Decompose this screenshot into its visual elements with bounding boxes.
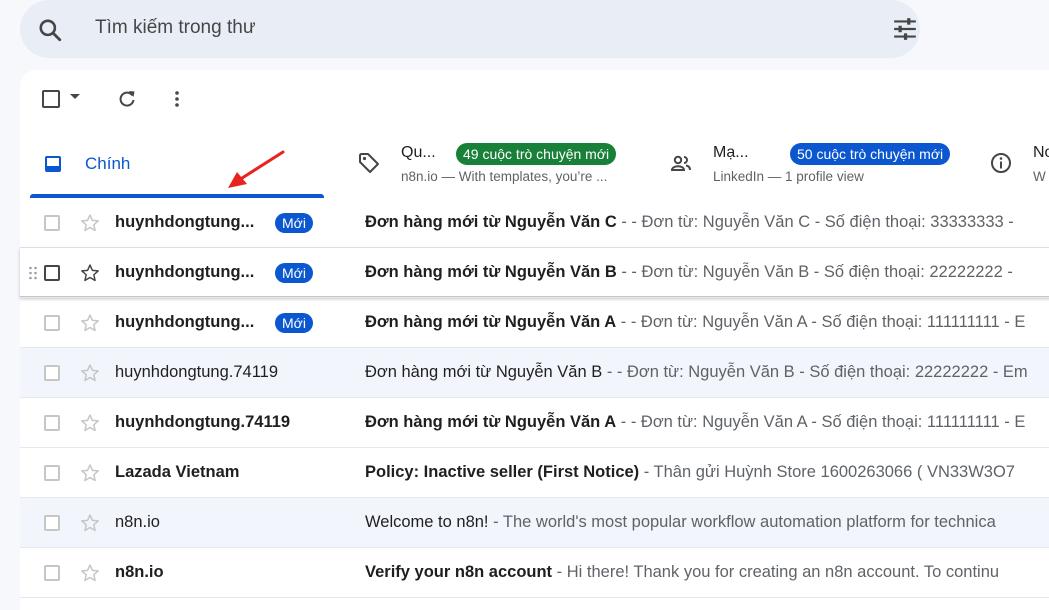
email-snippet: - - Đơn từ: Nguyễn Văn B - Số điện thoại… (616, 263, 1013, 281)
email-snippet: - - Đơn từ: Nguyễn Văn B - Số điện thoại… (602, 363, 1028, 381)
star-icon[interactable] (80, 463, 100, 483)
email-snippet: - Hi there! Thank you for creating an n8… (552, 563, 1000, 581)
tag-icon (359, 153, 379, 173)
row-checkbox[interactable] (44, 365, 60, 381)
tab-promotions-badge: 49 cuộc trò chuyện mới (456, 143, 617, 165)
star-icon[interactable] (80, 263, 100, 283)
email-snippet: - The world's most popular workflow auto… (488, 513, 996, 531)
row-checkbox[interactable] (44, 515, 60, 531)
email-sender: huynhdongtung... (115, 263, 255, 281)
email-sender: n8n.io (115, 563, 164, 581)
tab-updates[interactable]: No W (990, 130, 1049, 200)
search-icon[interactable] (37, 17, 63, 43)
star-icon[interactable] (80, 213, 100, 233)
select-all-checkbox[interactable] (42, 90, 60, 108)
new-badge: Mới (275, 213, 313, 233)
row-checkbox[interactable] (44, 215, 60, 231)
star-icon[interactable] (80, 513, 100, 533)
email-row[interactable]: huynhdongtung.74119 Đơn hàng mới từ Nguy… (20, 348, 1049, 398)
tab-social[interactable]: Mạ... 50 cuộc trò chuyện mới LinkedIn — … (670, 130, 960, 200)
email-content: Đơn hàng mới từ Nguyễn Văn A - - Đơn từ:… (365, 313, 1025, 332)
email-content: Verify your n8n account - Hi there! Than… (365, 563, 999, 582)
email-sender: huynhdongtung.74119 (115, 413, 291, 431)
search-options-icon[interactable] (892, 17, 918, 41)
email-subject: Đơn hàng mới từ Nguyễn Văn A (365, 313, 617, 331)
search-bar[interactable]: Tìm kiếm trong thư (20, 0, 920, 58)
email-subject: Welcome to n8n! (365, 513, 489, 531)
new-badge: Mới (275, 263, 313, 283)
email-snippet: - - Đơn từ: Nguyễn Văn A - Số điện thoại… (616, 313, 1026, 331)
email-sender: huynhdongtung.74119 (115, 363, 279, 381)
annotation-arrow-icon (228, 150, 285, 188)
email-content: Đơn hàng mới từ Nguyễn Văn A - - Đơn từ:… (365, 413, 1025, 432)
info-icon (991, 153, 1011, 173)
email-snippet: - - Đơn từ: Nguyễn Văn A - Số điện thoại… (616, 413, 1026, 431)
email-content: Policy: Inactive seller (First Notice) -… (365, 463, 1015, 482)
email-row[interactable]: huynhdongtung... Mới Đơn hàng mới từ Ngu… (20, 298, 1049, 348)
tab-primary-label: Chính (85, 154, 131, 173)
email-content: Welcome to n8n! - The world's most popul… (365, 513, 996, 532)
email-sender: n8n.io (115, 513, 160, 531)
tab-social-badge: 50 cuộc trò chuyện mới (790, 143, 951, 165)
refresh-icon[interactable] (117, 89, 137, 109)
email-subject: Policy: Inactive seller (First Notice) (365, 463, 640, 481)
people-icon (670, 155, 691, 171)
row-checkbox[interactable] (44, 565, 60, 581)
email-snippet: - Thân gửi Huỳnh Store 1600263066 ( VN33… (639, 463, 1015, 481)
email-subject: Đơn hàng mới từ Nguyễn Văn B (365, 263, 617, 281)
row-checkbox[interactable] (44, 315, 60, 331)
email-row[interactable]: huynhdongtung... Mới Đơn hàng mới từ Ngu… (20, 248, 1049, 298)
tab-updates-title: No (1033, 144, 1049, 161)
drag-handle-icon[interactable] (28, 266, 38, 280)
email-subject: Đơn hàng mới từ Nguyễn Văn C (365, 213, 617, 231)
row-checkbox[interactable] (44, 465, 60, 481)
email-subject: Đơn hàng mới từ Nguyễn Văn B (365, 363, 603, 381)
email-row[interactable]: Lazada Vietnam Policy: Inactive seller (… (20, 448, 1049, 498)
email-row[interactable]: huynhdongtung.74119 Đơn hàng mới từ Nguy… (20, 398, 1049, 448)
email-subject: Verify your n8n account (365, 563, 553, 581)
star-icon[interactable] (80, 313, 100, 333)
email-snippet: - - Đơn từ: Nguyễn Văn C - Số điện thoại… (616, 213, 1014, 231)
email-content: Đơn hàng mới từ Nguyễn Văn B - - Đơn từ:… (365, 363, 1028, 382)
email-row[interactable]: n8n.io Welcome to n8n! - The world's mos… (20, 498, 1049, 548)
row-checkbox[interactable] (44, 265, 60, 281)
row-checkbox[interactable] (44, 415, 60, 431)
tab-promotions[interactable]: Qu... 49 cuộc trò chuyện mới n8n.io — Wi… (358, 130, 638, 200)
select-dropdown-icon[interactable] (70, 94, 80, 99)
email-row[interactable]: huynhdongtung... Mới Đơn hàng mới từ Ngu… (20, 198, 1049, 248)
star-icon[interactable] (80, 363, 100, 383)
star-icon[interactable] (80, 563, 100, 583)
tab-social-snippet: LinkedIn — 1 profile view (713, 169, 864, 184)
tab-promotions-snippet: n8n.io — With templates, you’re ... (401, 169, 608, 184)
email-list: huynhdongtung... Mới Đơn hàng mới từ Ngu… (20, 198, 1049, 598)
search-input[interactable]: Tìm kiếm trong thư (95, 17, 256, 39)
tab-updates-snippet: W (1033, 169, 1046, 184)
email-sender: huynhdongtung... (115, 313, 255, 331)
inbox-icon (45, 156, 61, 172)
email-content: Đơn hàng mới từ Nguyễn Văn C - - Đơn từ:… (365, 213, 1014, 232)
email-sender: Lazada Vietnam (115, 463, 240, 481)
email-content: Đơn hàng mới từ Nguyễn Văn B - - Đơn từ:… (365, 263, 1013, 282)
tab-promotions-title: Qu... (401, 144, 436, 161)
new-badge: Mới (275, 313, 313, 333)
email-subject: Đơn hàng mới từ Nguyễn Văn A (365, 413, 617, 431)
tab-social-title: Mạ... (713, 144, 749, 161)
more-vert-icon[interactable] (167, 89, 187, 109)
star-icon[interactable] (80, 413, 100, 433)
email-sender: huynhdongtung... (115, 213, 255, 231)
email-row[interactable]: n8n.io Verify your n8n account - Hi ther… (20, 548, 1049, 598)
